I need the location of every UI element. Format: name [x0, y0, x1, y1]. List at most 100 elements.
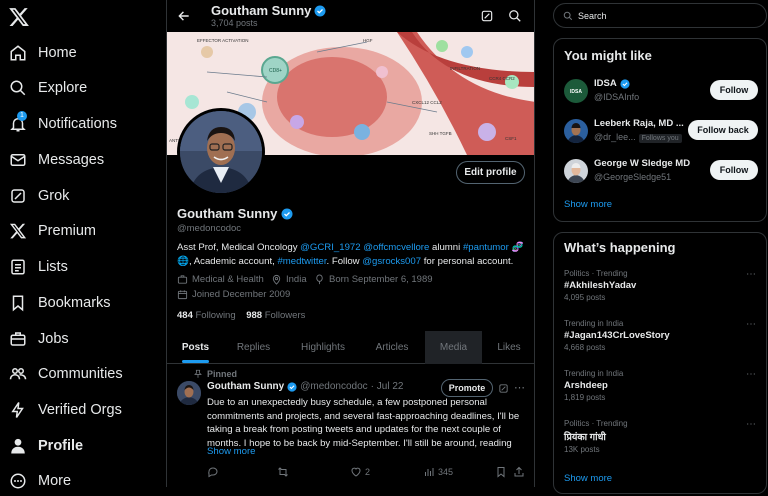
suggestion-item[interactable]: IDSA IDSA @IDSAInfo Follow — [554, 75, 768, 109]
x-logo-icon[interactable] — [8, 6, 30, 28]
nav-item-more[interactable]: More — [0, 466, 71, 496]
trend-item[interactable]: Politics · Trending प्रियंका गांधी 13K p… — [564, 419, 764, 454]
tab-likes[interactable]: Likes — [482, 331, 534, 364]
tweet-author-name[interactable]: Goutham Sunny — [207, 381, 284, 392]
nav-item-communities[interactable]: Communities — [0, 359, 123, 389]
x-premium-icon — [9, 222, 27, 240]
tab-replies[interactable]: Replies — [224, 331, 283, 364]
nav-item-verified-orgs[interactable]: Verified Orgs — [0, 395, 122, 425]
suggestion-name: IDSA — [594, 78, 630, 89]
trend-item[interactable]: Politics · Trending #AkhileshYadav 4,095… — [564, 269, 764, 302]
bio-mention-gcri[interactable]: @GCRI_1972 — [300, 242, 360, 253]
grok-explain-icon[interactable] — [498, 383, 509, 394]
verified-badge-icon — [620, 78, 630, 89]
follows-you-badge: Follows you — [638, 134, 682, 143]
suggestion-item[interactable]: Leeberk Raja, MD ... @dr_lee... Follows y… — [554, 115, 768, 149]
location-pin-icon — [271, 274, 282, 285]
reply-button[interactable] — [207, 466, 219, 478]
repost-button[interactable] — [277, 466, 289, 478]
views-count: 345 — [438, 467, 454, 477]
verified-badge-icon[interactable] — [281, 208, 293, 220]
whats-happening-title: What’s happening — [564, 240, 676, 255]
profile-category: Medical & Health — [177, 274, 264, 285]
calendar-icon — [177, 289, 188, 300]
banner-label: INFILTRATION — [450, 66, 480, 71]
balloon-icon — [314, 274, 325, 285]
lightning-icon — [9, 401, 27, 419]
bio-hashtag-pantumor[interactable]: #pantumor — [463, 242, 509, 253]
trend-more-options-icon[interactable]: ⋯ — [746, 419, 756, 430]
profile-avatar[interactable] — [177, 108, 265, 196]
suggestions-show-more-link[interactable]: Show more — [564, 199, 612, 210]
views-button[interactable]: 345 — [423, 466, 453, 478]
share-icon — [513, 466, 525, 478]
suggestion-avatar — [564, 119, 588, 143]
people-icon — [9, 365, 27, 383]
nav-item-messages[interactable]: Messages — [0, 145, 104, 175]
nav-item-grok[interactable]: Grok — [0, 181, 69, 211]
promote-button[interactable]: Promote — [441, 379, 493, 397]
search-profile-icon[interactable] — [508, 9, 522, 23]
trend-more-options-icon[interactable]: ⋯ — [746, 369, 756, 380]
suggestion-name: Leeberk Raja, MD ... — [594, 118, 684, 129]
like-count: 2 — [365, 467, 371, 477]
trend-more-options-icon[interactable]: ⋯ — [746, 269, 756, 280]
nav-item-jobs[interactable]: Jobs — [0, 324, 69, 354]
search-input[interactable]: Search — [553, 3, 767, 28]
following-label: Following — [195, 310, 236, 321]
nav-label: Profile — [38, 438, 84, 454]
profile-handle: @medoncodoc — [177, 223, 242, 234]
tab-highlights[interactable]: Highlights — [283, 331, 363, 364]
followers-link[interactable]: 988 Followers — [246, 310, 305, 321]
verified-badge-icon — [314, 5, 326, 17]
tab-articles[interactable]: Articles — [363, 331, 421, 364]
nav-item-lists[interactable]: Lists — [0, 252, 68, 282]
more-options-icon[interactable]: ⋯ — [514, 381, 525, 394]
share-button[interactable] — [513, 466, 525, 478]
tweet-date[interactable]: · Jul 22 — [371, 381, 404, 392]
briefcase-icon — [9, 330, 27, 348]
suggestion-avatar — [564, 159, 588, 183]
bookmark-button[interactable] — [495, 466, 507, 478]
nav-item-premium[interactable]: Premium — [0, 216, 96, 246]
back-arrow-icon[interactable] — [177, 9, 191, 23]
bio-mention-gsrocks007[interactable]: @gsrocks007 — [362, 256, 421, 267]
follow-back-button[interactable]: Follow back — [688, 120, 758, 140]
search-icon — [563, 11, 573, 21]
trend-more-options-icon[interactable]: ⋯ — [746, 319, 756, 330]
nav-item-bookmarks[interactable]: Bookmarks — [0, 288, 111, 318]
trends-show-more-link[interactable]: Show more — [564, 473, 612, 484]
nav-item-home[interactable]: Home — [0, 38, 77, 68]
bio-text: . Follow — [326, 255, 363, 267]
trend-item[interactable]: Trending in India Arshdeep 1,819 posts — [564, 369, 764, 402]
edit-profile-button[interactable]: Edit profile — [456, 161, 525, 184]
tweet-show-more-link[interactable]: Show more — [207, 446, 256, 457]
tweet-avatar[interactable] — [177, 381, 201, 405]
following-link[interactable]: 484 Following — [177, 310, 236, 321]
banner-label: CCR4 CCR2 — [489, 76, 515, 81]
nav-label: Explore — [38, 80, 88, 96]
trend-item[interactable]: Trending in India #Jagan143CrLoveStory 4… — [564, 319, 764, 352]
followers-label: Followers — [264, 310, 306, 321]
trend-post-count: 4,095 posts — [564, 293, 606, 302]
bio-mention-offcmcvellore[interactable]: @offcmcvellore — [363, 242, 429, 253]
trend-title: #AkhileshYadav — [564, 280, 637, 291]
suggestion-item[interactable]: George W Sledge MD @GeorgeSledge51 Follo… — [554, 155, 768, 189]
home-icon — [9, 44, 27, 62]
nav-item-profile[interactable]: Profile — [0, 431, 83, 461]
grok-analyze-icon[interactable] — [480, 9, 494, 23]
nav-item-explore[interactable]: Explore — [0, 73, 87, 103]
profile-column: Goutham Sunny 3,704 posts EFFECTOR ACTIV… — [166, 0, 535, 487]
tweet-author-handle[interactable]: @medoncodoc — [300, 381, 367, 392]
nav-label: Communities — [38, 366, 123, 382]
follow-button[interactable]: Follow — [710, 80, 758, 100]
nav-item-notifications[interactable]: 1 Notifications — [0, 109, 117, 139]
tab-media[interactable]: Media — [425, 331, 482, 364]
trend-context: Trending in India — [564, 319, 624, 328]
followers-count: 988 — [246, 310, 263, 321]
like-button[interactable]: 2 — [350, 466, 370, 478]
follow-button[interactable]: Follow — [710, 160, 758, 180]
pin-icon — [193, 369, 203, 379]
profile-tabs: Posts Replies Highlights Articles Media … — [167, 331, 534, 364]
bio-hashtag-medtwitter[interactable]: #medtwitter — [277, 256, 326, 267]
